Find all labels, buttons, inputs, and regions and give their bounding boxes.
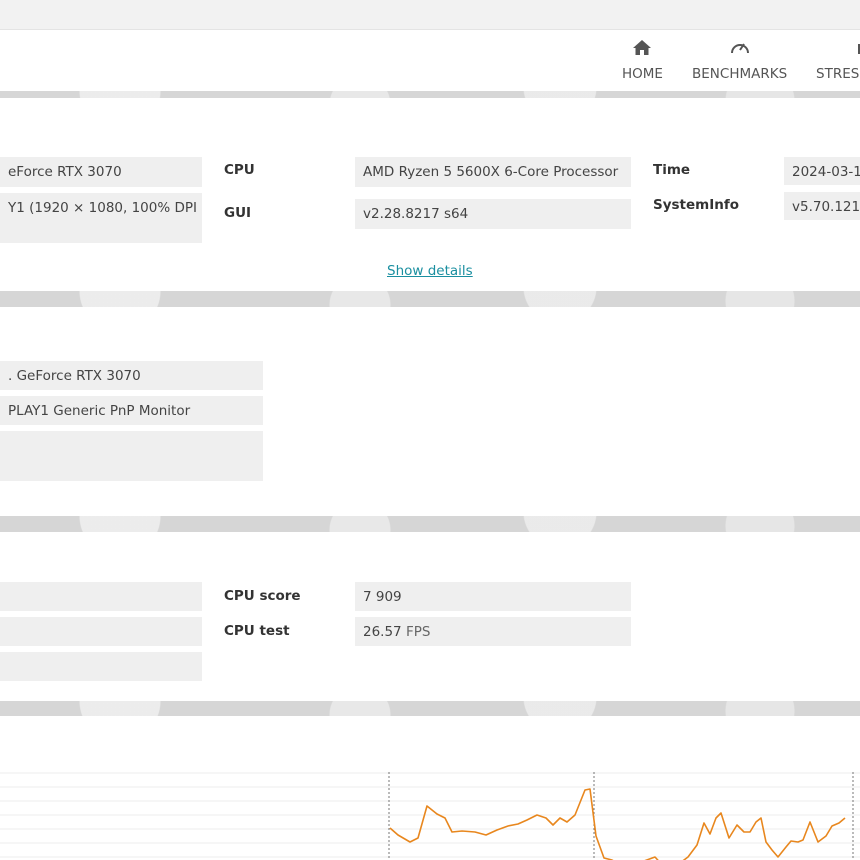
systeminfo-label: SystemInfo — [653, 197, 740, 213]
cpu-test-label: CPU test — [224, 623, 290, 639]
chart-grid — [0, 772, 860, 858]
window-top-strip — [0, 0, 860, 30]
top-navigation: HOME BENCHMARKS STRESS — [0, 30, 860, 91]
speedometer-icon — [692, 38, 787, 60]
cpu-label: CPU — [224, 162, 255, 178]
system-info-panel: eForce RTX 3070 Y1 (1920 × 1080, 100% DP… — [0, 98, 860, 291]
show-details-link[interactable]: Show details — [387, 263, 473, 279]
gui-field: v2.28.8217 s64 — [355, 199, 631, 229]
cpu-test-field: 26.57 FPS — [355, 617, 631, 646]
stress-icon — [816, 38, 860, 60]
nav-stress-label: STRESS — [816, 66, 860, 82]
nav-stress[interactable]: STRESS — [816, 38, 860, 82]
nav-benchmarks[interactable]: BENCHMARKS — [692, 38, 787, 82]
performance-chart — [0, 772, 860, 860]
time-field: 2024-03-15 — [784, 157, 860, 185]
gui-label: GUI — [224, 205, 252, 221]
score-panel: CPU score 7 909 CPU test 26.57 FPS — [0, 532, 860, 701]
divider-band — [0, 91, 860, 98]
monitoring-extra-field — [0, 431, 263, 481]
nav-benchmarks-label: BENCHMARKS — [692, 66, 788, 82]
cpu-test-unit: FPS — [405, 624, 431, 640]
chart-markers — [388, 772, 854, 860]
chart-panel — [0, 716, 860, 860]
chart-series-line — [389, 788, 846, 860]
monitoring-gpu-field: . GeForce RTX 3070 — [0, 361, 263, 390]
cpu-test-value: 26.57 — [363, 624, 402, 640]
score-left-field-1 — [0, 582, 202, 611]
nav-home-label: HOME — [622, 66, 663, 82]
score-left-field-3 — [0, 652, 202, 681]
gpu-field: eForce RTX 3070 — [0, 157, 202, 187]
monitor-field: PLAY1 Generic PnP Monitor — [0, 396, 263, 425]
cpu-score-field: 7 909 — [355, 582, 631, 611]
cpu-score-label: CPU score — [224, 588, 301, 604]
divider-band — [0, 516, 860, 532]
home-icon — [622, 38, 663, 60]
cpu-field: AMD Ryzen 5 5600X 6-Core Processor — [355, 157, 631, 187]
systeminfo-field: v5.70.1213 — [784, 192, 860, 220]
display-field: Y1 (1920 × 1080, 100% DPI — [0, 193, 202, 243]
monitoring-panel: . GeForce RTX 3070 PLAY1 Generic PnP Mon… — [0, 307, 860, 516]
score-left-field-2 — [0, 617, 202, 646]
divider-band — [0, 701, 860, 716]
divider-band — [0, 291, 860, 307]
time-label: Time — [653, 162, 691, 178]
nav-home[interactable]: HOME — [622, 38, 663, 82]
